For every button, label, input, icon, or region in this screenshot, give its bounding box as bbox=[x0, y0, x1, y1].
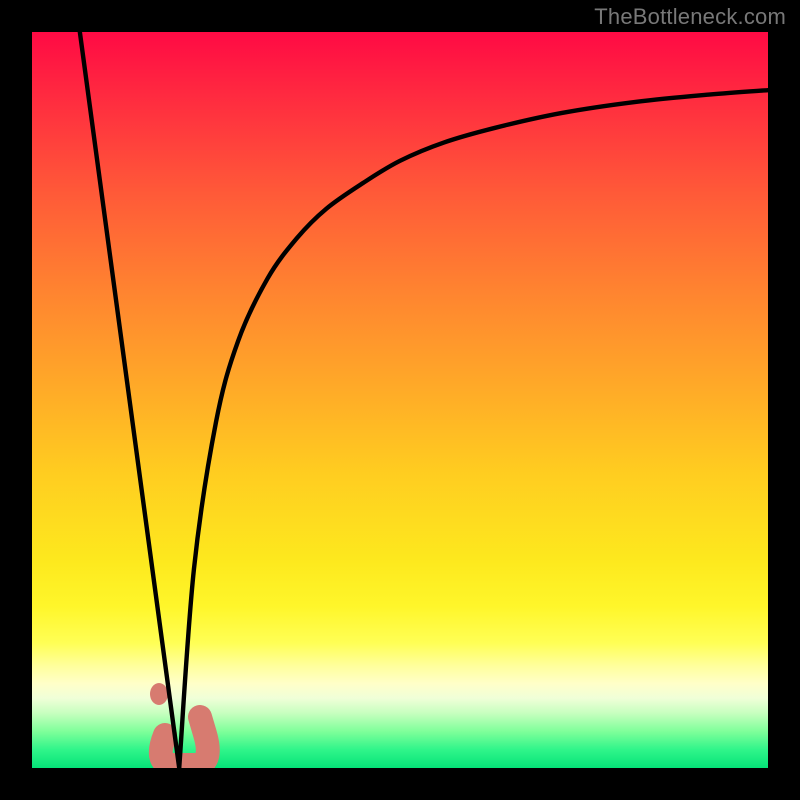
bottleneck-curves bbox=[32, 32, 768, 768]
plot-frame bbox=[32, 32, 768, 768]
watermark-text: TheBottleneck.com bbox=[594, 4, 786, 30]
chart-container: TheBottleneck.com bbox=[0, 0, 800, 800]
plot-area bbox=[32, 32, 768, 768]
